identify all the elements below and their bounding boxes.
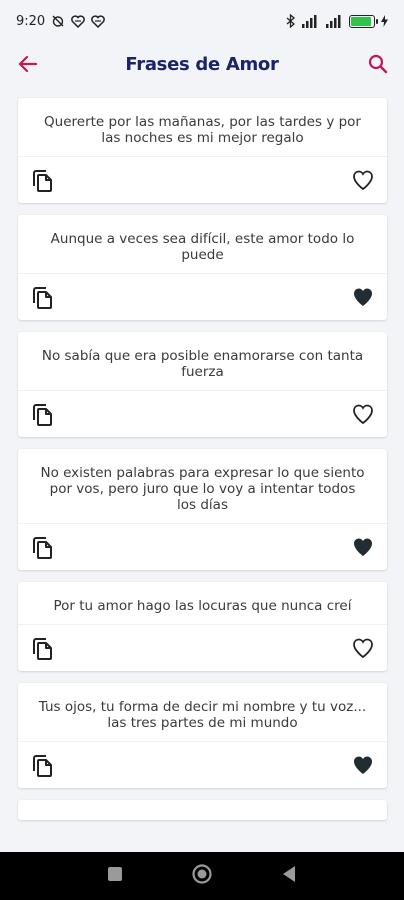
heart-filled-icon[interactable] [351,753,375,781]
phrase-text: No existen palabras para expresar lo que… [40,465,365,513]
heart-outline-icon[interactable] [351,636,375,664]
phrase-text: Tus ojos, tu forma de decir mi nombre y … [38,699,367,731]
phrase-card: No existen palabras para expresar lo que… [18,449,387,570]
signal-icon [325,14,343,28]
battery-icon [349,14,378,28]
phrase-actions [18,273,387,320]
home-button[interactable] [191,863,213,889]
search-icon[interactable] [366,52,390,80]
phrase-card: Por tu amor hago las locuras que nunca c… [18,582,387,671]
battery-level [351,16,372,26]
phrase-text: Quererte por las mañanas, por las tardes… [44,114,361,146]
status-bar: 9:20 [0,0,404,42]
arrow-back-icon[interactable] [16,52,40,80]
phrase-list: Quererte por las mañanas, por las tardes… [18,98,387,820]
copy-icon[interactable] [32,169,54,197]
phrase-actions [18,741,387,788]
heart-filled-icon[interactable] [351,535,375,563]
copy-icon[interactable] [32,754,54,782]
status-time: 9:20 [16,13,46,29]
app-bar: Frases de Amor [0,42,404,86]
phrase-actions [18,624,387,671]
recent-apps-button[interactable] [107,866,123,886]
phrase-actions [18,156,387,203]
heart-notification-icon [91,14,106,28]
copy-icon[interactable] [32,403,54,431]
page-title: Frases de Amor [125,53,279,75]
heart-filled-icon[interactable] [351,285,375,313]
phrase-text: No sabía que era posible enamorarse con … [41,348,364,380]
copy-icon[interactable] [32,637,54,665]
phrase-card: No sabía que era posible enamorarse con … [18,332,387,437]
charging-icon [381,15,388,27]
system-navigation-bar [0,852,404,900]
phrase-card: Tus ojos, tu forma de decir mi nombre y … [18,683,387,788]
phrase-card: Quererte por las mañanas, por las tardes… [18,98,387,203]
phrase-card: Aunque a veces sea difícil, este amor to… [18,215,387,320]
phrase-text: Por tu amor hago las locuras que nunca c… [53,598,352,614]
phrase-actions [18,390,387,437]
signal-icon [301,14,319,28]
phrase-actions [18,523,387,570]
heart-outline-icon[interactable] [351,168,375,196]
phrase-text: Aunque a veces sea difícil, este amor to… [50,231,355,263]
copy-icon[interactable] [32,536,54,564]
copy-icon[interactable] [32,286,54,314]
bluetooth-icon [286,14,295,28]
heart-outline-icon[interactable] [351,402,375,430]
heart-notification-icon [71,14,86,28]
phrase-card [18,800,387,820]
back-button[interactable] [281,865,297,887]
alarm-off-icon [51,14,65,28]
